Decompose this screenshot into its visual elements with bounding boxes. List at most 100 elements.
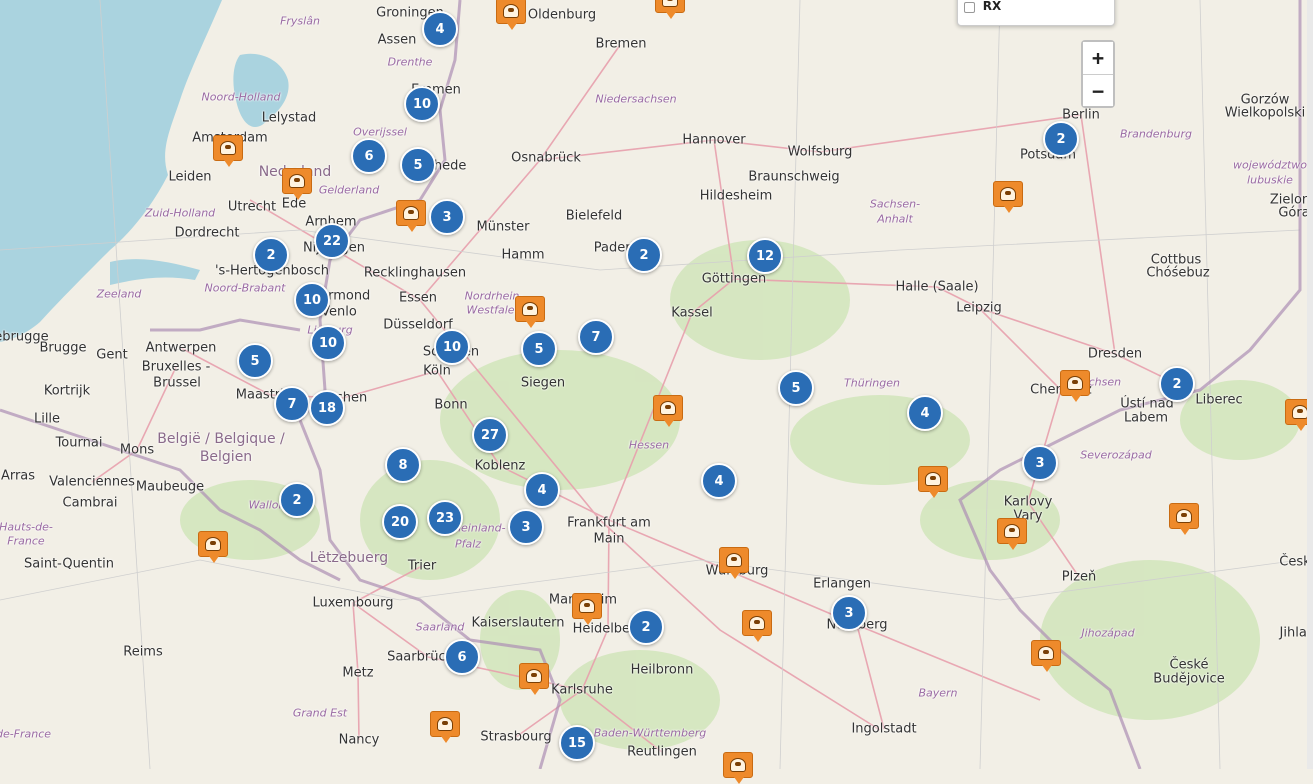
marker-cluster[interactable]: 3 [831,595,867,631]
marker-cluster[interactable]: 4 [701,463,737,499]
station-marker-icon[interactable] [496,0,526,30]
marker-cluster[interactable]: 5 [778,370,814,406]
station-marker-icon[interactable] [655,0,685,19]
station-marker-icon[interactable] [653,395,683,427]
city-label: Leiden [168,169,212,185]
marker-cluster[interactable]: 6 [351,138,387,174]
marker-cluster[interactable]: 7 [578,319,614,355]
radio-station-icon [503,4,519,18]
region-label: Fryslân [280,14,320,28]
station-marker-icon[interactable] [742,610,772,642]
station-marker-icon[interactable] [213,135,243,167]
station-marker-icon[interactable] [396,200,426,232]
city-label: Bremen [595,36,647,52]
marker-cluster[interactable]: 7 [274,386,310,422]
marker-cluster[interactable]: 10 [404,86,440,122]
marker-cluster[interactable]: 27 [472,417,508,453]
region-label: Severozápad [1080,448,1152,462]
city-label: Lelystad [261,110,317,126]
radio-station-icon [205,537,221,551]
city-label: Dresden [1087,346,1143,362]
region-label: Jihozápad [1081,626,1135,640]
region-label: Noord-Holland [201,90,281,104]
radio-station-icon [1067,376,1083,390]
marker-cluster[interactable]: 2 [628,609,664,645]
city-label: Gent [96,347,128,363]
region-label: Ile-de-France [0,727,52,741]
city-label: Berlin [1062,107,1100,123]
station-marker-icon[interactable] [1169,503,1199,535]
station-marker-icon[interactable] [997,518,1027,550]
radio-station-icon [1000,187,1016,201]
station-marker-icon[interactable] [430,711,460,743]
station-marker-icon[interactable] [572,593,602,625]
marker-cluster[interactable]: 5 [400,147,436,183]
city-label: Braunschweig [748,169,840,185]
marker-cluster[interactable]: 4 [524,472,560,508]
scrollbar[interactable] [1307,0,1313,769]
city-label: Wielkopolski [1224,105,1306,121]
city-label: Siegen [520,375,566,391]
radio-station-icon [579,599,595,613]
marker-cluster[interactable]: 12 [747,238,783,274]
city-label: Erlangen [813,576,871,592]
marker-cluster[interactable]: 18 [309,390,345,426]
station-marker-icon[interactable] [519,663,549,695]
radio-station-icon [730,758,746,772]
city-label: Bruxelles - [141,359,211,375]
marker-cluster[interactable]: 6 [444,639,480,675]
station-marker-icon[interactable] [1031,640,1061,672]
city-label: Chóśebuz [1146,265,1210,281]
region-label: Niedersachsen [595,92,677,106]
marker-cluster[interactable]: 15 [559,725,595,761]
marker-cluster[interactable]: 10 [434,329,470,365]
city-label: Bielefeld [565,208,623,224]
station-marker-icon[interactable] [719,547,749,579]
city-label: Wolfsburg [787,144,853,160]
marker-cluster[interactable]: 2 [1159,366,1195,402]
routes-toggle-control[interactable]: Mostra percorsi RX [957,0,1115,26]
marker-cluster[interactable]: 8 [385,447,421,483]
marker-cluster[interactable]: 5 [521,331,557,367]
city-label: Nancy [338,732,380,748]
marker-cluster[interactable]: 10 [310,325,346,361]
station-marker-icon[interactable] [723,752,753,784]
station-marker-icon[interactable] [515,296,545,328]
marker-cluster[interactable]: 3 [1022,445,1058,481]
city-label: České [1169,657,1209,673]
routes-checkbox[interactable] [964,2,975,13]
radio-station-icon [220,141,236,155]
marker-cluster[interactable]: 2 [1043,121,1079,157]
marker-cluster[interactable]: 4 [422,11,458,47]
marker-cluster[interactable]: 3 [508,509,544,545]
marker-cluster[interactable]: 2 [253,237,289,273]
marker-cluster[interactable]: 22 [314,223,350,259]
marker-cluster[interactable]: 4 [907,395,943,431]
city-label: Antwerpen [145,340,217,356]
marker-cluster[interactable]: 2 [279,482,315,518]
station-marker-icon[interactable] [918,466,948,498]
station-marker-icon[interactable] [198,531,228,563]
city-label: Köln [423,363,451,379]
marker-cluster[interactable]: 20 [382,504,418,540]
map-canvas[interactable]: GroningenOldenburgBremenAssenLelystadAms… [0,0,1313,784]
city-label: Halle (Saale) [895,279,979,295]
marker-cluster[interactable]: 3 [429,199,465,235]
radio-station-icon [660,401,676,415]
marker-cluster[interactable]: 5 [237,343,273,379]
region-label: Westfalen [466,303,522,317]
city-label: Dordrecht [174,225,240,241]
city-label: Arras [0,468,36,484]
station-marker-icon[interactable] [1060,370,1090,402]
region-label: Zeeland [96,287,142,301]
zoom-out-button[interactable]: − [1083,74,1113,106]
marker-cluster[interactable]: 10 [294,282,330,318]
city-label: Liberec [1195,392,1243,408]
station-marker-icon[interactable] [282,168,312,200]
marker-cluster[interactable]: 2 [626,237,662,273]
station-marker-icon[interactable] [993,181,1023,213]
zoom-in-button[interactable]: + [1083,42,1113,74]
region-label: województwo [1232,158,1308,172]
marker-cluster[interactable]: 23 [427,500,463,536]
region-label: France [7,534,45,548]
